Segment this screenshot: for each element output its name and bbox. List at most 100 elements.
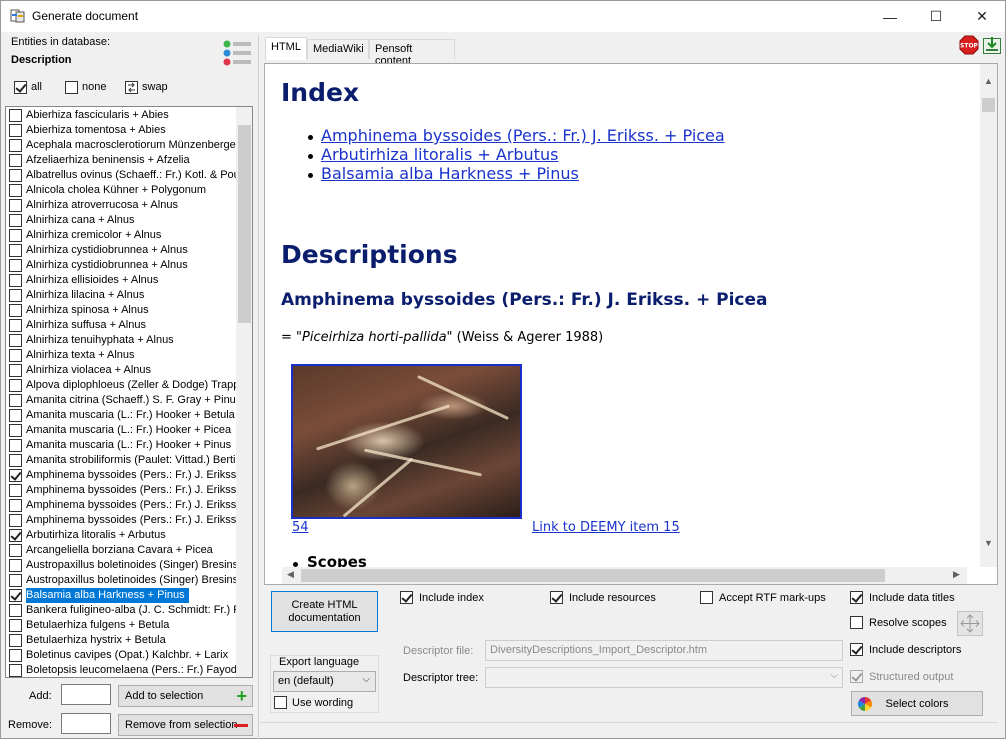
list-item-checkbox[interactable] xyxy=(9,364,22,377)
list-item-checkbox[interactable] xyxy=(9,244,22,257)
preview-vscroll-thumb[interactable] xyxy=(982,98,995,112)
list-item-checkbox[interactable] xyxy=(9,304,22,317)
list-item[interactable]: Amanita muscaria (L.: Fr.) Hooker + Betu… xyxy=(6,408,236,423)
scroll-right-icon[interactable]: ▶ xyxy=(948,569,965,580)
tab-mediawiki[interactable]: MediaWiki xyxy=(307,39,369,59)
tab-pensoft[interactable]: Pensoft content xyxy=(369,39,455,67)
list-item[interactable]: Acephala macrosclerotiorum Münzenberger … xyxy=(6,138,236,153)
list-item-checkbox[interactable] xyxy=(9,514,22,527)
list-item-checkbox[interactable] xyxy=(9,109,22,122)
list-item-checkbox[interactable] xyxy=(9,199,22,212)
preview-horizontal-scrollbar[interactable]: ◀ ▶ xyxy=(282,567,967,584)
resolve-scopes-checkbox[interactable] xyxy=(850,616,863,629)
scroll-down-icon[interactable]: ▼ xyxy=(980,538,997,548)
list-item[interactable]: Alnirhiza spinosa + Alnus xyxy=(6,303,236,318)
list-item-checkbox[interactable] xyxy=(9,574,22,587)
include-resources-checkbox[interactable] xyxy=(550,591,563,604)
list-item-checkbox[interactable] xyxy=(9,424,22,437)
list-item-checkbox[interactable] xyxy=(9,604,22,617)
deemy-link[interactable]: Link to DEEMY item 15 xyxy=(532,520,680,535)
list-item[interactable]: Alnirhiza suffusa + Alnus xyxy=(6,318,236,333)
list-item-checkbox[interactable] xyxy=(9,214,22,227)
index-link-3[interactable]: Balsamia alba Harkness + Pinus xyxy=(321,164,579,183)
list-item[interactable]: Betulaerhiza fulgens + Betula xyxy=(6,618,236,633)
list-item-checkbox[interactable] xyxy=(9,619,22,632)
list-item[interactable]: Alnirhiza violacea + Alnus xyxy=(6,363,236,378)
include-data-titles-checkbox[interactable] xyxy=(850,591,863,604)
list-item[interactable]: Afzeliaerhiza beninensis + Afzelia xyxy=(6,153,236,168)
list-item-checkbox[interactable] xyxy=(9,634,22,647)
panel-splitter[interactable] xyxy=(258,35,260,739)
scroll-up-icon[interactable]: ▲ xyxy=(980,76,997,86)
list-item-checkbox[interactable] xyxy=(9,334,22,347)
list-item[interactable]: Alnirhiza cystidiobrunnea + Alnus xyxy=(6,258,236,273)
list-item[interactable]: Austropaxillus boletinoides (Singer) Bre… xyxy=(6,558,236,573)
create-html-button[interactable]: Create HTML documentation xyxy=(271,591,378,632)
list-item-checkbox[interactable] xyxy=(9,394,22,407)
stop-icon[interactable]: STOP xyxy=(959,35,979,55)
descriptor-tree-select[interactable]: ⌵ xyxy=(485,667,843,688)
list-item-checkbox[interactable] xyxy=(9,409,22,422)
preview-hscroll-thumb[interactable] xyxy=(301,569,885,582)
list-item-checkbox[interactable] xyxy=(9,484,22,497)
list-item[interactable]: Boletopsis leucomelaena (Pers.: Fr.) Fay… xyxy=(6,663,236,677)
image-caption-link[interactable]: 54 xyxy=(292,520,309,535)
include-descriptors-checkbox[interactable] xyxy=(850,643,863,656)
maximize-button[interactable]: ☐ xyxy=(913,1,959,32)
list-item-checkbox[interactable] xyxy=(9,124,22,137)
tab-html[interactable]: HTML xyxy=(265,37,307,60)
scroll-left-icon[interactable]: ◀ xyxy=(282,569,299,580)
list-item-checkbox[interactable] xyxy=(9,184,22,197)
close-button[interactable]: ✕ xyxy=(959,1,1005,32)
accept-rtf-checkbox[interactable] xyxy=(700,591,713,604)
index-link-2[interactable]: Arbutirhiza litoralis + Arbutus xyxy=(321,145,558,164)
list-item[interactable]: Alnicola cholea Kühner + Polygonum xyxy=(6,183,236,198)
list-item-checkbox[interactable] xyxy=(9,379,22,392)
list-item-checkbox[interactable] xyxy=(9,274,22,287)
list-item[interactable]: Balsamia alba Harkness + Pinus xyxy=(6,588,236,603)
list-item-checkbox[interactable] xyxy=(9,589,22,602)
list-item[interactable]: Amphinema byssoides (Pers.: Fr.) J. Erik… xyxy=(6,468,236,483)
list-scrollbar-thumb[interactable] xyxy=(238,125,251,323)
preview-vertical-scrollbar[interactable]: ▲ ▼ xyxy=(980,64,997,567)
list-item-checkbox[interactable] xyxy=(9,139,22,152)
html-preview[interactable]: Index Amphinema byssoides (Pers.: Fr.) J… xyxy=(264,63,998,585)
list-item-checkbox[interactable] xyxy=(9,259,22,272)
select-all-checkbox[interactable] xyxy=(14,81,27,94)
add-input[interactable] xyxy=(61,684,111,705)
entity-color-legend-icon[interactable] xyxy=(222,39,253,67)
move-icon[interactable] xyxy=(957,611,983,636)
include-index-checkbox[interactable] xyxy=(400,591,413,604)
list-item[interactable]: Arcangeliella borziana Cavara + Picea xyxy=(6,543,236,558)
use-wording-checkbox[interactable] xyxy=(274,696,287,709)
list-item[interactable]: Amphinema byssoides (Pers.: Fr.) J. Erik… xyxy=(6,483,236,498)
list-item[interactable]: Amanita citrina (Schaeff.) S. F. Gray + … xyxy=(6,393,236,408)
select-none-checkbox[interactable] xyxy=(65,81,78,94)
list-item[interactable]: Austropaxillus boletinoides (Singer) Bre… xyxy=(6,573,236,588)
list-item-checkbox[interactable] xyxy=(9,559,22,572)
list-item[interactable]: Bankera fuligineo-alba (J. C. Schmidt: F… xyxy=(6,603,236,618)
list-item[interactable]: Amphinema byssoides (Pers.: Fr.) J. Erik… xyxy=(6,498,236,513)
list-item-checkbox[interactable] xyxy=(9,319,22,332)
list-item-checkbox[interactable] xyxy=(9,499,22,512)
list-item-checkbox[interactable] xyxy=(9,439,22,452)
swap-icon[interactable] xyxy=(125,81,138,94)
select-colors-button[interactable]: Select colors xyxy=(851,691,983,716)
list-scrollbar[interactable] xyxy=(236,107,252,677)
list-item-checkbox[interactable] xyxy=(9,154,22,167)
list-item[interactable]: Alpova diplophloeus (Zeller & Dodge) Tra… xyxy=(6,378,236,393)
list-item[interactable]: Alnirhiza atroverrucosa + Alnus xyxy=(6,198,236,213)
list-item[interactable]: Alnirhiza cremicolor + Alnus xyxy=(6,228,236,243)
list-item[interactable]: Amanita muscaria (L.: Fr.) Hooker + Pinu… xyxy=(6,438,236,453)
list-item-checkbox[interactable] xyxy=(9,544,22,557)
add-to-selection-button[interactable]: Add to selection + xyxy=(118,685,253,707)
list-item[interactable]: Amanita strobiliformis (Paulet: Vittad.)… xyxy=(6,453,236,468)
export-language-select[interactable]: en (default) ⌵ xyxy=(273,671,376,692)
entity-list[interactable]: Boletopsis leucomelaena (Pers.: Fr.) Fay… xyxy=(5,106,253,678)
list-item[interactable]: Betulaerhiza hystrix + Betula xyxy=(6,633,236,648)
list-item-checkbox[interactable] xyxy=(9,289,22,302)
list-item[interactable]: Amanita muscaria (L.: Fr.) Hooker + Pice… xyxy=(6,423,236,438)
list-item[interactable]: Albatrellus ovinus (Schaeff.: Fr.) Kotl.… xyxy=(6,168,236,183)
list-item-checkbox[interactable] xyxy=(9,349,22,362)
list-item-checkbox[interactable] xyxy=(9,229,22,242)
